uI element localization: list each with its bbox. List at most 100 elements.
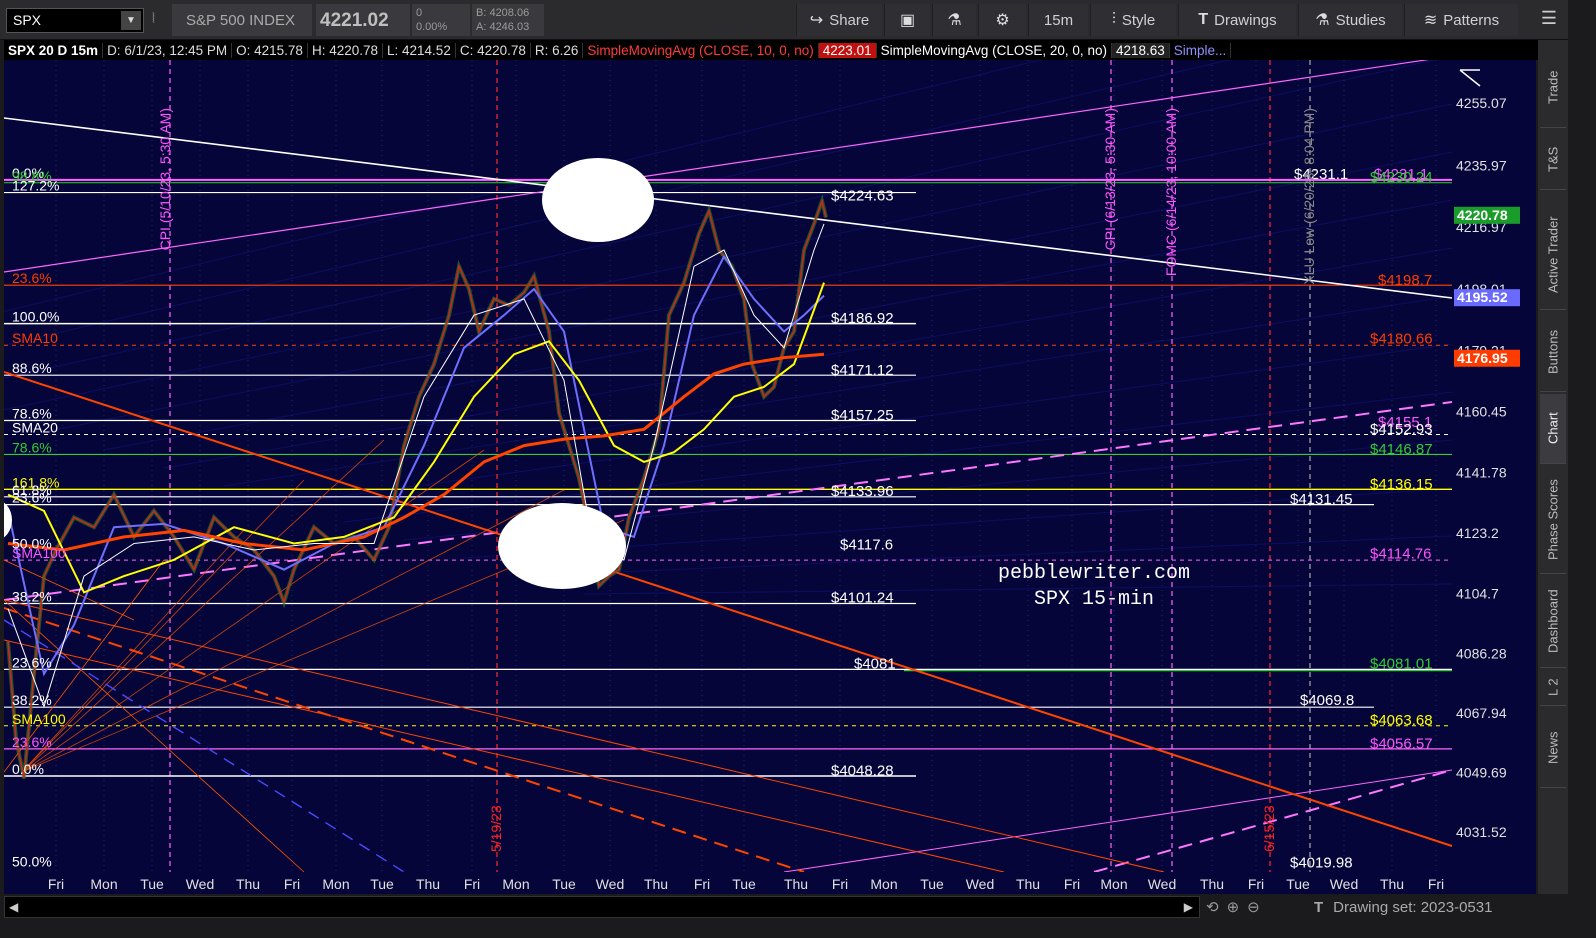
fib-label: 50.0% bbox=[12, 854, 52, 870]
watermark-line2: SPX 15-min bbox=[1034, 588, 1154, 611]
fib-label: 78.6% bbox=[12, 439, 52, 455]
time-axis-label: Fri bbox=[284, 876, 300, 892]
fib-label: 0.0% bbox=[12, 761, 44, 777]
sidebar-tab-active-trader[interactable]: Active Trader bbox=[1540, 200, 1566, 310]
level-price-label: $4224.63 bbox=[831, 187, 894, 204]
scroll-right-icon[interactable]: ▶ bbox=[1184, 900, 1193, 914]
flask-icon: ⚗ bbox=[1315, 12, 1330, 29]
top-toolbar: SPX ▼ ⦚ S&P 500 INDEX 4221.02 0 0.00% B:… bbox=[0, 0, 1596, 40]
last-price: 4221.02 bbox=[316, 4, 410, 36]
text-tool-icon: T bbox=[1314, 898, 1324, 916]
fib-label: 23.6% bbox=[12, 734, 52, 750]
studies-label: Studies bbox=[1335, 11, 1386, 29]
timeframe-label: 15m bbox=[1043, 11, 1074, 29]
drawing-set-control[interactable]: T Drawing set: 2023-0531 bbox=[1314, 896, 1492, 918]
sma20-value: 4218.63 bbox=[1111, 42, 1170, 58]
time-axis-label: Mon bbox=[90, 876, 117, 892]
right-level-label: $4198.7 bbox=[1378, 272, 1432, 289]
link-icon[interactable]: ⦚ bbox=[152, 10, 162, 30]
sidebar-tab-buttons[interactable]: Buttons bbox=[1540, 312, 1566, 392]
fib-label: 38.2% bbox=[12, 588, 52, 604]
time-axis-label: Mon bbox=[870, 876, 897, 892]
event-note-label: XLU Low (6/20/23, 8:04 PM) bbox=[1301, 108, 1317, 285]
chart-canvas[interactable]: 0.0%98.8%127.2%23.6%100.0%SMA1088.6%78.6… bbox=[4, 60, 1536, 894]
sidebar-tab-phase-scores[interactable]: Phase Scores bbox=[1540, 466, 1566, 574]
bid-value: B: 4208.06 bbox=[476, 7, 530, 19]
fib-label: 38.2% bbox=[12, 692, 52, 708]
sidebar-tab-t-s[interactable]: T&S bbox=[1540, 130, 1566, 190]
level-price-label: $4117.6 bbox=[840, 536, 893, 553]
symbol-input[interactable]: SPX ▼ bbox=[6, 8, 144, 33]
camera-button[interactable]: ▣ bbox=[884, 4, 930, 36]
price-chart[interactable]: 0.0% 98.8% 127.2% 23.6% 100.0% SMA10 88.6% 78.6… bbox=[4, 60, 1536, 894]
price-axis-tick: 4255.07 bbox=[1456, 95, 1507, 111]
window-edge bbox=[1568, 0, 1596, 938]
right-level-label: $4056.57 bbox=[1370, 735, 1433, 752]
sidebar-tab-chart[interactable]: Chart bbox=[1540, 394, 1566, 464]
patterns-label: Patterns bbox=[1443, 11, 1500, 29]
price-axis-tick: 4141.78 bbox=[1456, 464, 1507, 480]
sidebar-tab-l-2[interactable]: L 2 bbox=[1540, 670, 1566, 706]
sidebar-tab-trade[interactable]: Trade bbox=[1540, 48, 1566, 128]
time-axis-label: Wed bbox=[966, 876, 995, 892]
fib-label: SMA100 bbox=[12, 711, 66, 727]
candlestick-icon: ⫶ bbox=[1111, 11, 1116, 28]
style-button[interactable]: ⫶ Style bbox=[1090, 4, 1176, 36]
zoom-icon[interactable]: ⊖ bbox=[1247, 898, 1260, 916]
price-badge-label: 4195.52 bbox=[1457, 289, 1508, 305]
bar-close: C: 4220.78 bbox=[456, 42, 531, 58]
time-axis-label: Mon bbox=[322, 876, 349, 892]
bid-ask-box: B: 4208.06 A: 4246.03 bbox=[472, 4, 544, 36]
time-axis-label: Fri bbox=[694, 876, 710, 892]
highlight-ellipse bbox=[542, 158, 654, 242]
price-axis-tick: 4086.28 bbox=[1456, 645, 1507, 661]
fib-label: SMA100 bbox=[12, 545, 66, 561]
time-axis-label: Tue bbox=[920, 876, 944, 892]
drawings-label: Drawings bbox=[1214, 11, 1277, 29]
right-level-label: $4114.76 bbox=[1370, 546, 1431, 563]
scroll-left-icon[interactable]: ◀ bbox=[9, 900, 18, 914]
time-axis-label: Mon bbox=[1100, 876, 1127, 892]
share-button[interactable]: ↪ Share bbox=[796, 4, 882, 36]
gear-icon: ⚙ bbox=[995, 12, 1010, 29]
timeframe-button[interactable]: 15m bbox=[1028, 4, 1088, 36]
price-axis-tick: 4049.69 bbox=[1456, 765, 1507, 781]
chart-scrollbar[interactable]: ◀ ▶ bbox=[4, 896, 1200, 918]
fib-label: SMA20 bbox=[12, 420, 58, 436]
level-price-label: $4048.28 bbox=[831, 762, 894, 779]
drawing-set-label: Drawing set: 2023-0531 bbox=[1333, 898, 1493, 916]
time-axis-label: Tue bbox=[552, 876, 576, 892]
chevron-down-icon[interactable]: ▼ bbox=[121, 11, 141, 30]
time-axis-label: Thu bbox=[1200, 876, 1224, 892]
price-axis-tick: 4160.45 bbox=[1456, 404, 1507, 420]
chart-title: SPX 20 D 15m bbox=[4, 42, 104, 58]
sidebar-tab-news[interactable]: News bbox=[1540, 708, 1566, 788]
settings-button[interactable]: ⚙ bbox=[978, 4, 1026, 36]
time-axis-label: Fri bbox=[1064, 876, 1080, 892]
symbol-text: SPX bbox=[13, 12, 42, 28]
crosshair-icon[interactable]: ⊕ bbox=[1227, 898, 1240, 916]
chart-info-bar: SPX 20 D 15m D: 6/1/23, 12:45 PM O: 4215… bbox=[4, 40, 1556, 60]
drawings-button[interactable]: T Drawings bbox=[1178, 4, 1296, 36]
level-price-label: $4133.96 bbox=[831, 483, 894, 500]
event-note-label: 6/15/23 bbox=[1261, 805, 1277, 852]
patterns-button[interactable]: ≋ Patterns bbox=[1404, 4, 1518, 36]
fib-label: 127.2% bbox=[12, 178, 59, 194]
share-icon: ↪ bbox=[809, 12, 824, 29]
right-level-label: $4063.68 bbox=[1370, 712, 1433, 729]
pan-icon[interactable]: ⟲ bbox=[1206, 898, 1219, 916]
sidebar-tab-dashboard[interactable]: Dashboard bbox=[1540, 576, 1566, 668]
menu-icon[interactable]: ☰ bbox=[1534, 8, 1564, 32]
flask-button[interactable]: ⚗ bbox=[932, 4, 976, 36]
time-axis-label: Fri bbox=[48, 876, 64, 892]
sma-more-label[interactable]: Simple... bbox=[1170, 42, 1232, 58]
right-level-label: $4136.15 bbox=[1370, 476, 1433, 493]
text-tool-icon: T bbox=[1198, 11, 1209, 28]
level-price-label: $4081 bbox=[854, 656, 896, 673]
studies-button[interactable]: ⚗ Studies bbox=[1298, 4, 1402, 36]
fib-label: 23.6% bbox=[12, 654, 52, 670]
event-note-label: FOMC (6/14/23, 10:00 AM) bbox=[1163, 108, 1179, 276]
bar-high: H: 4220.78 bbox=[308, 42, 384, 58]
right-sidebar: Trade T&S Active Trader Buttons Chart Phase S… bbox=[1538, 40, 1568, 898]
event-note-label: CPI (6/13/23, 5:30 AM) bbox=[1102, 108, 1118, 250]
